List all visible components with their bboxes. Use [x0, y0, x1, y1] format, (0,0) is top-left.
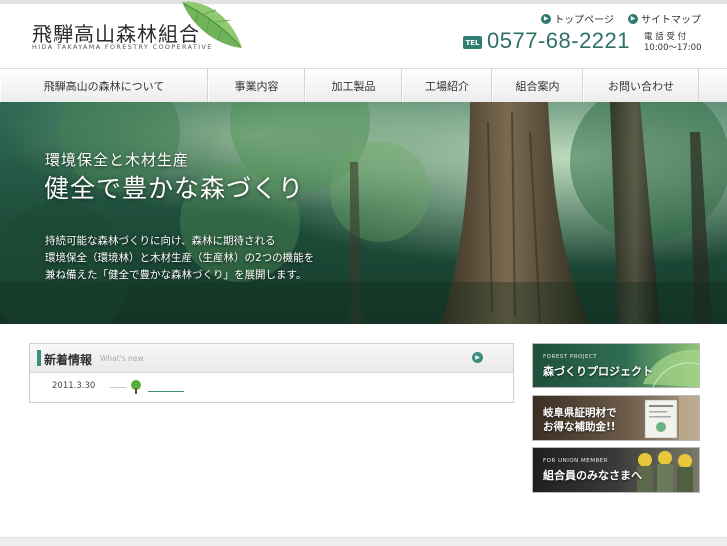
- forest-project-banner-tag: FOREST PROJECT: [543, 354, 598, 360]
- nav-item-products[interactable]: 加工製品: [305, 69, 402, 102]
- hero-description-line: 環境保全（環境林）と木材生産（生産林）の2つの機能を: [45, 252, 315, 264]
- news-more-arrow-icon[interactable]: ▶: [472, 352, 483, 363]
- nav-item-forest[interactable]: 飛騨高山の森林について: [0, 69, 208, 102]
- hero-subtitle: 環境保全と木材生産: [45, 151, 190, 169]
- news-item-link[interactable]: [148, 391, 184, 392]
- top-strip: [0, 0, 727, 4]
- news-subtitle: What's new: [100, 354, 144, 363]
- arrow-right-icon: ▶: [628, 13, 638, 24]
- tel-badge: TEL: [463, 36, 482, 49]
- news-divider: [110, 387, 126, 388]
- sitemap-link-label: サイトマップ: [641, 15, 701, 26]
- news-title: 新着情報: [44, 353, 93, 367]
- hero-description: 持続可能な森林づくりに向け、森林に期待される 環境保全（環境林）と木材生産（生産…: [45, 233, 314, 284]
- phone-hours-time: 10:00〜17:00: [644, 43, 702, 53]
- forest-background-image: [0, 102, 727, 324]
- union-member-banner-tag: FOR UNION MEMBER: [543, 458, 609, 464]
- tree-icon: [131, 380, 141, 394]
- nav-item-business[interactable]: 事業内容: [208, 69, 305, 102]
- union-member-banner-title: 組合員のみなさまへ: [543, 469, 642, 482]
- phone-number[interactable]: 0577-68-2221: [487, 28, 630, 54]
- phone-hours: 電 話 受 付 10:00〜17:00: [644, 32, 702, 54]
- subsidy-banner[interactable]: 岐阜県証明材で お得な補助金!!: [532, 395, 700, 441]
- sitemap-link[interactable]: ▶ サイトマップ: [628, 11, 701, 26]
- news-header: 新着情報 What's new ▶: [30, 344, 513, 373]
- news-date: 2011.3.30: [52, 381, 96, 391]
- hero-title: 健全で豊かな森づくり: [44, 174, 305, 203]
- nav-item-contact[interactable]: お問い合わせ: [583, 69, 699, 102]
- news-panel: 新着情報 What's new ▶ 2011.3.30: [29, 343, 514, 403]
- leaf-logo-icon: [182, 1, 242, 48]
- global-nav: 飛騨高山の森林について 事業内容 加工製品 工場紹介 組合案内 お問い合わせ: [0, 68, 727, 103]
- arrow-right-icon: ▶: [541, 13, 552, 24]
- subsidy-banner-title-line1: 岐阜県証明材で: [543, 407, 617, 419]
- forest-project-banner-title: 森づくりプロジェクト: [543, 365, 653, 378]
- union-member-banner[interactable]: FOR UNION MEMBER 組合員のみなさまへ: [532, 447, 700, 493]
- hero-description-line: 兼ね備えた「健全で豊かな森林づくり」を展開します。: [45, 269, 307, 281]
- phone-hours-label: 電 話 受 付: [644, 32, 687, 42]
- nav-item-union[interactable]: 組合案内: [492, 69, 583, 102]
- forest-project-banner[interactable]: FOREST PROJECT 森づくりプロジェクト: [532, 343, 700, 388]
- top-page-link-label: トップページ: [554, 15, 614, 26]
- subsidy-banner-title-line2: お得な補助金!!: [543, 421, 616, 433]
- news-header-accent: [37, 350, 41, 366]
- news-item: 2011.3.30: [52, 380, 492, 394]
- hero-banner: 環境保全と木材生産 健全で豊かな森づくり 持続可能な森林づくりに向け、森林に期待…: [0, 102, 727, 324]
- hero-description-line: 持続可能な森林づくりに向け、森林に期待される: [45, 235, 276, 247]
- top-page-link[interactable]: ▶ トップページ: [541, 11, 614, 26]
- nav-item-factory[interactable]: 工場紹介: [402, 69, 492, 102]
